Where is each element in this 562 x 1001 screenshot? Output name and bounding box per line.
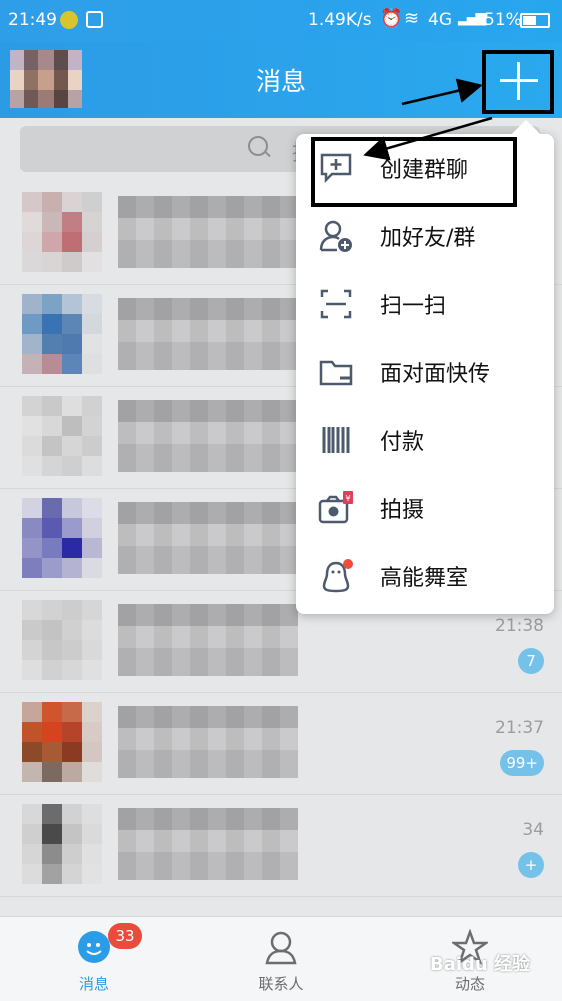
message-preview: [118, 706, 298, 778]
search-icon: [248, 136, 268, 156]
menu-item-shoot[interactable]: ¥ 拍摄: [296, 474, 554, 542]
list-item[interactable]: 34 +: [0, 794, 562, 897]
avatar: [22, 498, 102, 578]
list-item[interactable]: 21:37 99+: [0, 692, 562, 795]
message-preview: [118, 400, 298, 472]
unread-badge: 7: [518, 648, 544, 674]
wifi-icon: ≋: [404, 8, 420, 29]
alarm-icon: ⏰: [380, 8, 403, 29]
menu-item-dance-room[interactable]: 高能舞室: [296, 542, 554, 610]
contacts-icon: [265, 931, 297, 965]
avatar: [22, 600, 102, 680]
menu-item-label: 加好友/群: [380, 226, 476, 251]
app-icon: [60, 11, 78, 29]
unread-count-badge: 33: [108, 923, 142, 949]
camera-icon: ¥: [318, 491, 353, 524]
scan-icon: [320, 289, 352, 319]
message-time: 21:38: [495, 616, 544, 636]
message-preview: [118, 604, 298, 676]
menu-item-label: 面对面快传: [380, 362, 491, 387]
menu-item-scan[interactable]: 扫一扫: [296, 270, 554, 338]
annotation-highlight-box: [482, 50, 554, 114]
plus-icon[interactable]: [498, 60, 540, 102]
menu-item-label: 扫一扫: [380, 294, 447, 319]
menu-item-label: 拍摄: [380, 498, 425, 523]
battery-percent: 51%: [484, 10, 522, 30]
scanner-icon: [86, 11, 103, 28]
message-preview: [118, 196, 298, 268]
avatar: [22, 804, 102, 884]
status-bar: 21:49 1.49K/s ⏰ ≋ 4G ▂▄▆ 51%: [0, 0, 562, 42]
menu-item-label: 高能舞室: [380, 566, 469, 591]
battery-icon: [520, 13, 550, 28]
app-header: 消息: [0, 42, 562, 118]
avatar: [22, 396, 102, 476]
message-time: 34: [522, 820, 544, 840]
page-title: 消息: [255, 67, 306, 96]
tab-contacts[interactable]: 联系人: [211, 917, 351, 1001]
tab-messages[interactable]: 33 消息: [24, 917, 164, 1001]
svg-text:¥: ¥: [345, 494, 350, 503]
menu-item-face-to-face[interactable]: 面对面快传: [296, 338, 554, 406]
message-preview: [118, 502, 298, 574]
menu-item-label: 付款: [380, 430, 425, 455]
status-time: 21:49: [8, 10, 57, 30]
tab-label: 消息: [78, 975, 109, 993]
signal-icon: ▂▄▆: [458, 10, 486, 26]
tab-label: 联系人: [258, 975, 304, 993]
menu-item-pay[interactable]: 付款: [296, 406, 554, 474]
message-preview: [118, 808, 298, 880]
message-time: 21:37: [495, 718, 544, 738]
watermark: Baidu 经验: [430, 954, 531, 975]
unread-badge: +: [518, 852, 544, 878]
annotation-highlight-box: [311, 137, 517, 207]
network-type: 4G: [428, 10, 452, 30]
add-friend-icon: [319, 220, 352, 252]
tab-label: 动态: [454, 975, 485, 993]
barcode-icon: [322, 427, 350, 453]
folder-icon: [319, 360, 353, 386]
avatar: [22, 294, 102, 374]
message-bubble-icon: [78, 931, 110, 963]
avatar: [22, 702, 102, 782]
message-preview: [118, 298, 298, 370]
avatar: [22, 192, 102, 272]
penguin-icon: [322, 559, 353, 593]
network-speed: 1.49K/s: [308, 10, 372, 30]
menu-item-add-friend[interactable]: 加好友/群: [296, 202, 554, 270]
unread-badge: 99+: [500, 750, 544, 776]
